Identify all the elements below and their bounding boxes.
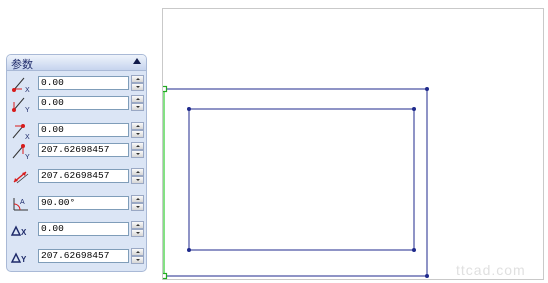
- panel-header[interactable]: 参数: [7, 55, 146, 71]
- delta-x-spinner: [131, 221, 144, 237]
- inner-corner-bottom-left[interactable]: [187, 248, 191, 252]
- end-y-increment-button[interactable]: [131, 142, 144, 150]
- delta-y-icon: Y: [10, 252, 27, 264]
- svg-text:Y: Y: [25, 154, 30, 160]
- start-y-decrement-button[interactable]: [131, 103, 144, 111]
- delta-x-icon: X: [10, 225, 27, 237]
- angle-increment-button[interactable]: [131, 195, 144, 203]
- svg-text:X: X: [21, 228, 27, 237]
- inner-corner-bottom-right[interactable]: [412, 248, 416, 252]
- length-decrement-button[interactable]: [131, 176, 144, 184]
- delta-y-input[interactable]: 207.62698457: [38, 249, 129, 263]
- field-row-start-y: Y 0.00: [7, 95, 148, 113]
- delta-y-spinner: [131, 248, 144, 264]
- inner-corner-top-right[interactable]: [412, 107, 416, 111]
- outer-rectangle[interactable]: [164, 88, 428, 277]
- field-row-start-x: X 0.00: [7, 75, 148, 93]
- end-y-decrement-button[interactable]: [131, 150, 144, 158]
- delta-x-input[interactable]: 0.00: [38, 222, 129, 236]
- watermark: ttcad.com: [456, 262, 526, 278]
- field-row-end-x: X 0.00: [7, 122, 148, 140]
- start-y-input[interactable]: 0.00: [38, 96, 129, 110]
- field-row-end-y: Y 207.62698457: [7, 142, 148, 160]
- start-x-increment-button[interactable]: [131, 75, 144, 83]
- end-x-input[interactable]: 0.00: [38, 123, 129, 137]
- end-y-spinner: [131, 142, 144, 158]
- length-input[interactable]: 207.62698457: [38, 169, 129, 183]
- start-x-decrement-button[interactable]: [131, 83, 144, 91]
- start-point-marker[interactable]: [163, 85, 168, 93]
- field-row-angle: A 90.00°: [7, 195, 148, 213]
- svg-text:Y: Y: [21, 255, 27, 264]
- delta-x-increment-button[interactable]: [131, 221, 144, 229]
- drawing-canvas[interactable]: [162, 8, 544, 280]
- delta-x-decrement-button[interactable]: [131, 229, 144, 237]
- end-x-decrement-button[interactable]: [131, 130, 144, 138]
- end-y-icon: Y: [12, 144, 30, 160]
- svg-text:X: X: [25, 87, 30, 93]
- end-x-increment-button[interactable]: [131, 122, 144, 130]
- field-row-delta-x: X 0.00: [7, 221, 148, 239]
- svg-text:Y: Y: [25, 107, 30, 113]
- length-spinner: [131, 168, 144, 184]
- length-icon: [13, 171, 29, 184]
- start-y-increment-button[interactable]: [131, 95, 144, 103]
- end-y-input[interactable]: 207.62698457: [38, 143, 129, 157]
- end-point-marker[interactable]: [163, 272, 168, 280]
- collapse-arrow-icon[interactable]: [133, 58, 141, 64]
- field-row-length: 207.62698457: [7, 168, 148, 186]
- delta-y-increment-button[interactable]: [131, 248, 144, 256]
- parameters-panel: 参数 X 0.00 Y 0.00 X 0.00 Y 207.62698457 2…: [6, 54, 147, 272]
- length-increment-button[interactable]: [131, 168, 144, 176]
- angle-spinner: [131, 195, 144, 211]
- panel-title: 参数: [11, 59, 33, 71]
- end-x-spinner: [131, 122, 144, 138]
- start-x-spinner: [131, 75, 144, 91]
- start-y-spinner: [131, 95, 144, 111]
- end-x-icon: X: [12, 124, 30, 140]
- start-y-icon: Y: [12, 97, 30, 113]
- inner-corner-top-left[interactable]: [187, 107, 191, 111]
- outer-corner-bottom-right[interactable]: [425, 274, 429, 278]
- outer-corner-top-right[interactable]: [425, 87, 429, 91]
- svg-text:A: A: [20, 199, 25, 206]
- field-row-delta-y: Y 207.62698457: [7, 248, 148, 266]
- angle-icon: A: [13, 198, 28, 211]
- delta-y-decrement-button[interactable]: [131, 256, 144, 264]
- angle-decrement-button[interactable]: [131, 203, 144, 211]
- angle-input[interactable]: 90.00°: [38, 196, 129, 210]
- svg-text:X: X: [25, 134, 30, 140]
- start-x-input[interactable]: 0.00: [38, 76, 129, 90]
- drawing-svg: [163, 85, 429, 280]
- inner-rectangle[interactable]: [188, 108, 415, 251]
- start-x-icon: X: [12, 77, 30, 93]
